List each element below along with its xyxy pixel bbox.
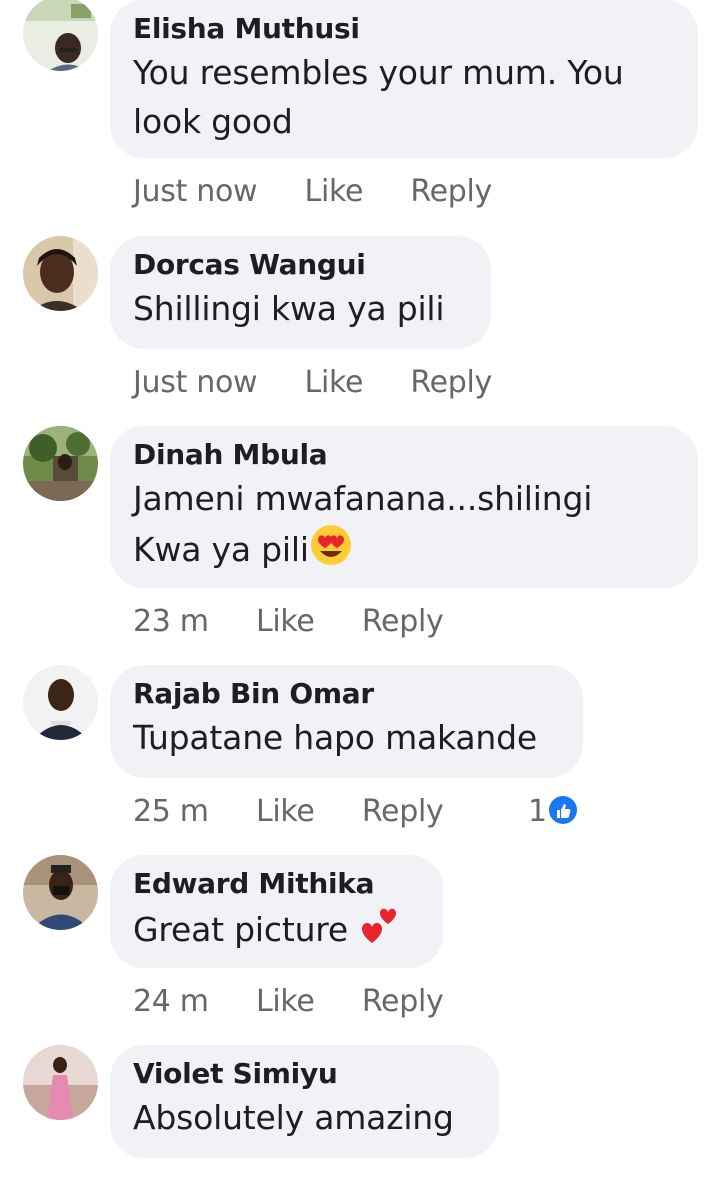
comment-actions: 24 m Like Reply <box>133 982 444 1022</box>
comment-bubble: Edward Mithika Great picture <box>110 855 443 968</box>
like-button[interactable]: Like <box>256 602 315 642</box>
comment-text: look good <box>133 102 293 141</box>
reply-button[interactable]: Reply <box>362 792 444 832</box>
reaction-summary[interactable]: 1 <box>528 792 578 832</box>
comment-text: Shillingi kwa ya pili <box>133 289 445 328</box>
reply-button[interactable]: Reply <box>410 363 492 403</box>
comment-author[interactable]: Dinah Mbula <box>133 436 674 474</box>
comment-feed: Elisha Muthusi You resembles your mum. Y… <box>0 0 720 1180</box>
comment-text-line: Great picture <box>133 903 419 960</box>
comment-bubble: Rajab Bin Omar Tupatane hapo makande <box>110 665 583 778</box>
two-hearts-emoji <box>358 903 406 960</box>
comment-text: Tupatane hapo makande <box>133 718 537 757</box>
comment-bubble: Elisha Muthusi You resembles your mum. Y… <box>110 0 698 158</box>
comment-bubble: Dorcas Wangui Shillingi kwa ya pili <box>110 236 491 349</box>
avatar[interactable] <box>23 855 98 930</box>
comment-author[interactable]: Violet Simiyu <box>133 1055 475 1093</box>
reply-button[interactable]: Reply <box>362 602 444 642</box>
avatar[interactable] <box>23 665 98 740</box>
avatar[interactable] <box>23 1045 98 1120</box>
heart-eyes-emoji <box>309 523 353 580</box>
comment-bubble: Dinah Mbula Jameni mwafanana...shilingi … <box>110 426 698 588</box>
comment-actions: Just now Like Reply <box>133 172 492 212</box>
avatar[interactable] <box>23 236 98 311</box>
like-button[interactable]: Like <box>256 982 315 1022</box>
comment-author[interactable]: Edward Mithika <box>133 865 419 903</box>
comment-timestamp[interactable]: Just now <box>133 363 258 403</box>
comment-text: Great picture <box>133 910 359 949</box>
reply-button[interactable]: Reply <box>362 982 444 1022</box>
comment-actions: Just now Like Reply <box>133 363 492 403</box>
comment-bubble: Violet Simiyu Absolutely amazing <box>110 1045 499 1158</box>
comment-author[interactable]: Rajab Bin Omar <box>133 675 559 713</box>
comment-text: Kwa ya pili <box>133 530 309 569</box>
avatar[interactable] <box>23 0 98 71</box>
like-button[interactable]: Like <box>256 792 315 832</box>
comment-text: You resembles your mum. You <box>133 53 624 92</box>
like-button[interactable]: Like <box>305 172 364 212</box>
comment-timestamp[interactable]: Just now <box>133 172 258 212</box>
reply-button[interactable]: Reply <box>410 172 492 212</box>
comment-timestamp[interactable]: 23 m <box>133 602 209 642</box>
comment-actions: 23 m Like Reply <box>133 602 444 642</box>
like-button[interactable]: Like <box>305 363 364 403</box>
like-reaction-icon <box>549 796 578 824</box>
comment-author[interactable]: Elisha Muthusi <box>133 10 674 48</box>
comment-text: Absolutely amazing <box>133 1098 454 1137</box>
comment-author[interactable]: Dorcas Wangui <box>133 246 467 284</box>
comment-text-line: Kwa ya pili <box>133 523 674 580</box>
comment-text: Jameni mwafanana...shilingi <box>133 479 593 518</box>
reaction-count: 1 <box>528 794 548 829</box>
avatar[interactable] <box>23 426 98 501</box>
comment-actions: 25 m Like Reply <box>133 792 444 832</box>
comment-timestamp[interactable]: 24 m <box>133 982 209 1022</box>
comment-timestamp[interactable]: 25 m <box>133 792 209 832</box>
